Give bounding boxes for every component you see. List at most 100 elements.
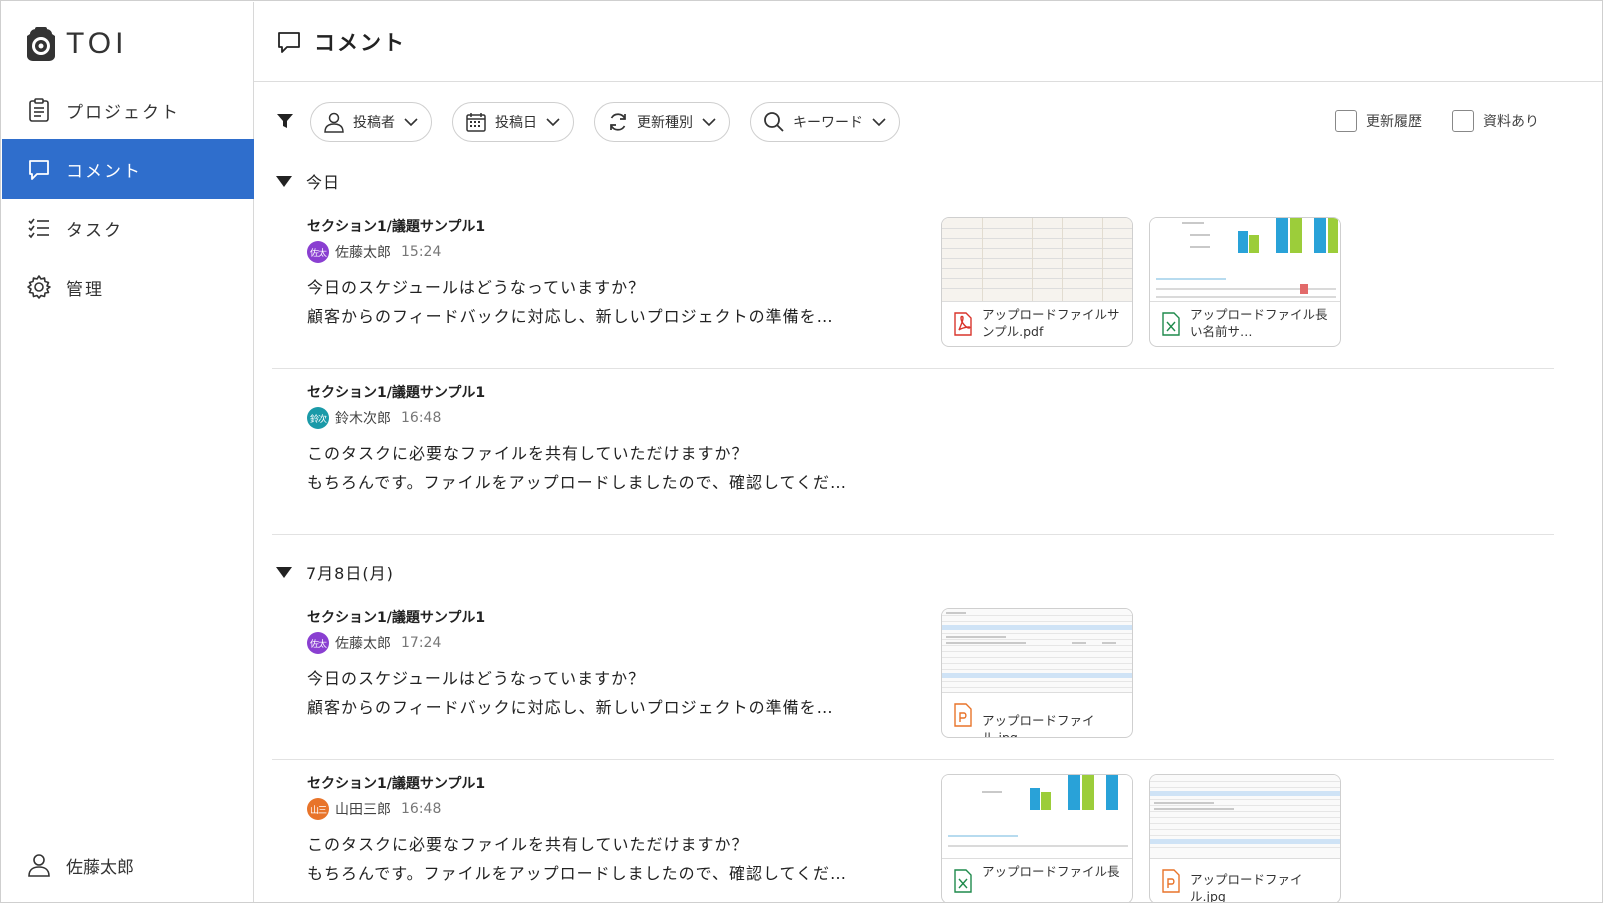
filter-update-type-button[interactable]: 更新種別 — [594, 102, 730, 142]
comment-item[interactable]: セクション1/議題サンプル1 佐太 佐藤太郎 17:24 今日のスケジュールはど… — [272, 593, 1554, 760]
comment-section[interactable]: セクション1/議題サンプル1 — [307, 382, 485, 402]
attachment-thumbnail — [1150, 775, 1340, 859]
app-logo[interactable]: TOI — [24, 24, 127, 64]
sidebar-item-label: コメント — [66, 161, 142, 182]
comment-icon — [278, 31, 300, 53]
chevron-down-icon — [404, 118, 418, 127]
comment-meta: 佐太 佐藤太郎 17:24 — [307, 631, 441, 655]
filter-poster-button[interactable]: 投稿者 — [310, 102, 432, 142]
has-attachment-checkbox-label: 資料あり — [1483, 114, 1539, 130]
clipboard-icon — [29, 98, 49, 122]
gear-icon — [27, 275, 51, 299]
filter-keyword-label: キーワード — [793, 115, 863, 131]
sidebar-item-label: プロジェクト — [66, 102, 180, 123]
group-toggle-today[interactable]: 今日 — [276, 169, 340, 193]
comment-section[interactable]: セクション1/議題サンプル1 — [307, 216, 485, 236]
attachment-name: アップロードファイル長い名前サ… — [1190, 307, 1328, 339]
comment-item[interactable]: セクション1/議題サンプル1 山三 山田三郎 16:48 このタスクに必要なファ… — [272, 759, 1554, 903]
sidebar-item-task[interactable]: タスク — [2, 198, 254, 258]
calendar-icon — [466, 113, 486, 132]
comment-meta: 鈴次 鈴木次郎 16:48 — [307, 406, 441, 430]
attachment-thumbnail — [942, 775, 1132, 859]
excel-file-icon — [954, 869, 972, 893]
avatar: 鈴次 — [307, 407, 329, 429]
current-user[interactable]: 佐藤太郎 — [2, 845, 254, 885]
comment-text-line2: もちろんです。ファイルをアップロードしましたので、確認してくだ… — [307, 864, 848, 883]
comment-author: 鈴木次郎 — [335, 411, 391, 427]
comment-text-line1: 今日のスケジュールはどうなっていますか？ — [307, 669, 646, 688]
attachment-name: アップロードファイル.jpg — [1190, 872, 1303, 903]
attachment-name: アップロードファイル長 — [982, 864, 1120, 879]
comment-text-line1: このタスクに必要なファイルを共有していただけますか？ — [307, 444, 749, 463]
group-heading: 7月8日(月) — [306, 564, 394, 583]
filter-keyword-button[interactable]: キーワード — [750, 102, 900, 142]
search-icon — [764, 112, 784, 132]
comment-meta: 佐太 佐藤太郎 15:24 — [307, 240, 441, 264]
filter-date-label: 投稿日 — [495, 115, 537, 131]
app-window: TOI プロジェクト コメント タスク 管理 佐藤太郎 コメント 投稿者 投稿日… — [0, 0, 1603, 903]
comment-text-line2: 顧客からのフィードバックに対応し、新しいプロジェクトの準備を… — [307, 307, 834, 326]
has-attachment-checkbox[interactable]: 資料あり — [1452, 110, 1539, 132]
sidebar-item-label: 管理 — [66, 279, 104, 300]
comment-item[interactable]: セクション1/議題サンプル1 鈴次 鈴木次郎 16:48 このタスクに必要なファ… — [272, 368, 1554, 535]
checkbox-box[interactable] — [1452, 110, 1474, 132]
filter-update-type-label: 更新種別 — [637, 115, 693, 131]
chevron-down-icon — [702, 118, 716, 127]
comment-author: 佐藤太郎 — [335, 245, 391, 261]
comment-icon — [29, 160, 49, 180]
comment-text-line2: もちろんです。ファイルをアップロードしましたので、確認してくだ… — [307, 473, 848, 492]
attachment-card[interactable]: アップロードファイル.jpg — [941, 608, 1133, 738]
logo-text: TOI — [66, 27, 128, 60]
attachment-name: アップロードファイル.jpg — [982, 713, 1095, 738]
main-content: コメント 投稿者 投稿日 更新種別 キーワード 更新履歴 資料あり 今日 セクシ… — [254, 2, 1602, 903]
current-user-name: 佐藤太郎 — [66, 857, 134, 878]
attachment-card[interactable]: アップロードファイル.jpg — [1149, 774, 1341, 903]
user-icon — [28, 854, 50, 877]
comment-text-line1: このタスクに必要なファイルを共有していただけますか？ — [307, 835, 749, 854]
comment-time: 15:24 — [401, 244, 442, 260]
chevron-down-icon — [546, 118, 560, 127]
checkbox-box[interactable] — [1335, 110, 1357, 132]
sidebar-item-project[interactable]: プロジェクト — [2, 80, 254, 140]
refresh-icon — [610, 113, 626, 131]
avatar: 佐太 — [307, 632, 329, 654]
comment-meta: 山三 山田三郎 16:48 — [307, 797, 441, 821]
comment-time: 17:24 — [401, 635, 442, 651]
checklist-icon — [28, 218, 49, 239]
comment-section[interactable]: セクション1/議題サンプル1 — [307, 773, 485, 793]
sidebar-item-admin[interactable]: 管理 — [2, 257, 254, 317]
attachment-card[interactable]: アップロードファイルサンプル.pdf — [941, 217, 1133, 347]
history-checkbox[interactable]: 更新履歴 — [1335, 110, 1422, 132]
powerpoint-file-icon — [954, 703, 972, 727]
attachment-thumbnail — [942, 218, 1132, 302]
filter-icon[interactable] — [276, 112, 294, 130]
excel-file-icon — [1162, 312, 1180, 336]
attachment-name: アップロードファイルサンプル.pdf — [982, 307, 1120, 339]
chevron-down-icon — [872, 118, 886, 127]
pdf-file-icon — [954, 312, 972, 336]
attachment-thumbnail — [1150, 218, 1340, 302]
comment-text-line1: 今日のスケジュールはどうなっていますか？ — [307, 278, 646, 297]
attachment-thumbnail — [942, 609, 1132, 693]
attachment-card[interactable]: アップロードファイル長い名前サ… — [1149, 217, 1341, 347]
history-checkbox-label: 更新履歴 — [1366, 114, 1422, 130]
avatar: 山三 — [307, 798, 329, 820]
sidebar: TOI プロジェクト コメント タスク 管理 佐藤太郎 — [2, 2, 254, 902]
filter-poster-label: 投稿者 — [353, 115, 395, 131]
user-icon — [324, 112, 344, 133]
comment-author: 山田三郎 — [335, 802, 391, 818]
comment-text-line2: 顧客からのフィードバックに対応し、新しいプロジェクトの準備を… — [307, 698, 834, 717]
filter-date-button[interactable]: 投稿日 — [452, 102, 574, 142]
comment-section[interactable]: セクション1/議題サンプル1 — [307, 607, 485, 627]
attachment-card[interactable]: アップロードファイル長 — [941, 774, 1133, 902]
collapse-triangle-icon — [276, 175, 292, 187]
filter-bar: 投稿者 投稿日 更新種別 キーワード 更新履歴 資料あり — [254, 102, 1602, 142]
collapse-triangle-icon — [276, 566, 292, 578]
group-heading: 今日 — [306, 173, 341, 192]
group-toggle-date[interactable]: 7月8日(月) — [276, 560, 394, 584]
comment-item[interactable]: セクション1/議題サンプル1 佐太 佐藤太郎 15:24 今日のスケジュールはど… — [272, 202, 1554, 369]
comment-time: 16:48 — [401, 801, 442, 817]
avatar: 佐太 — [307, 241, 329, 263]
sidebar-item-comment[interactable]: コメント — [2, 139, 254, 199]
sidebar-item-label: タスク — [66, 220, 123, 241]
